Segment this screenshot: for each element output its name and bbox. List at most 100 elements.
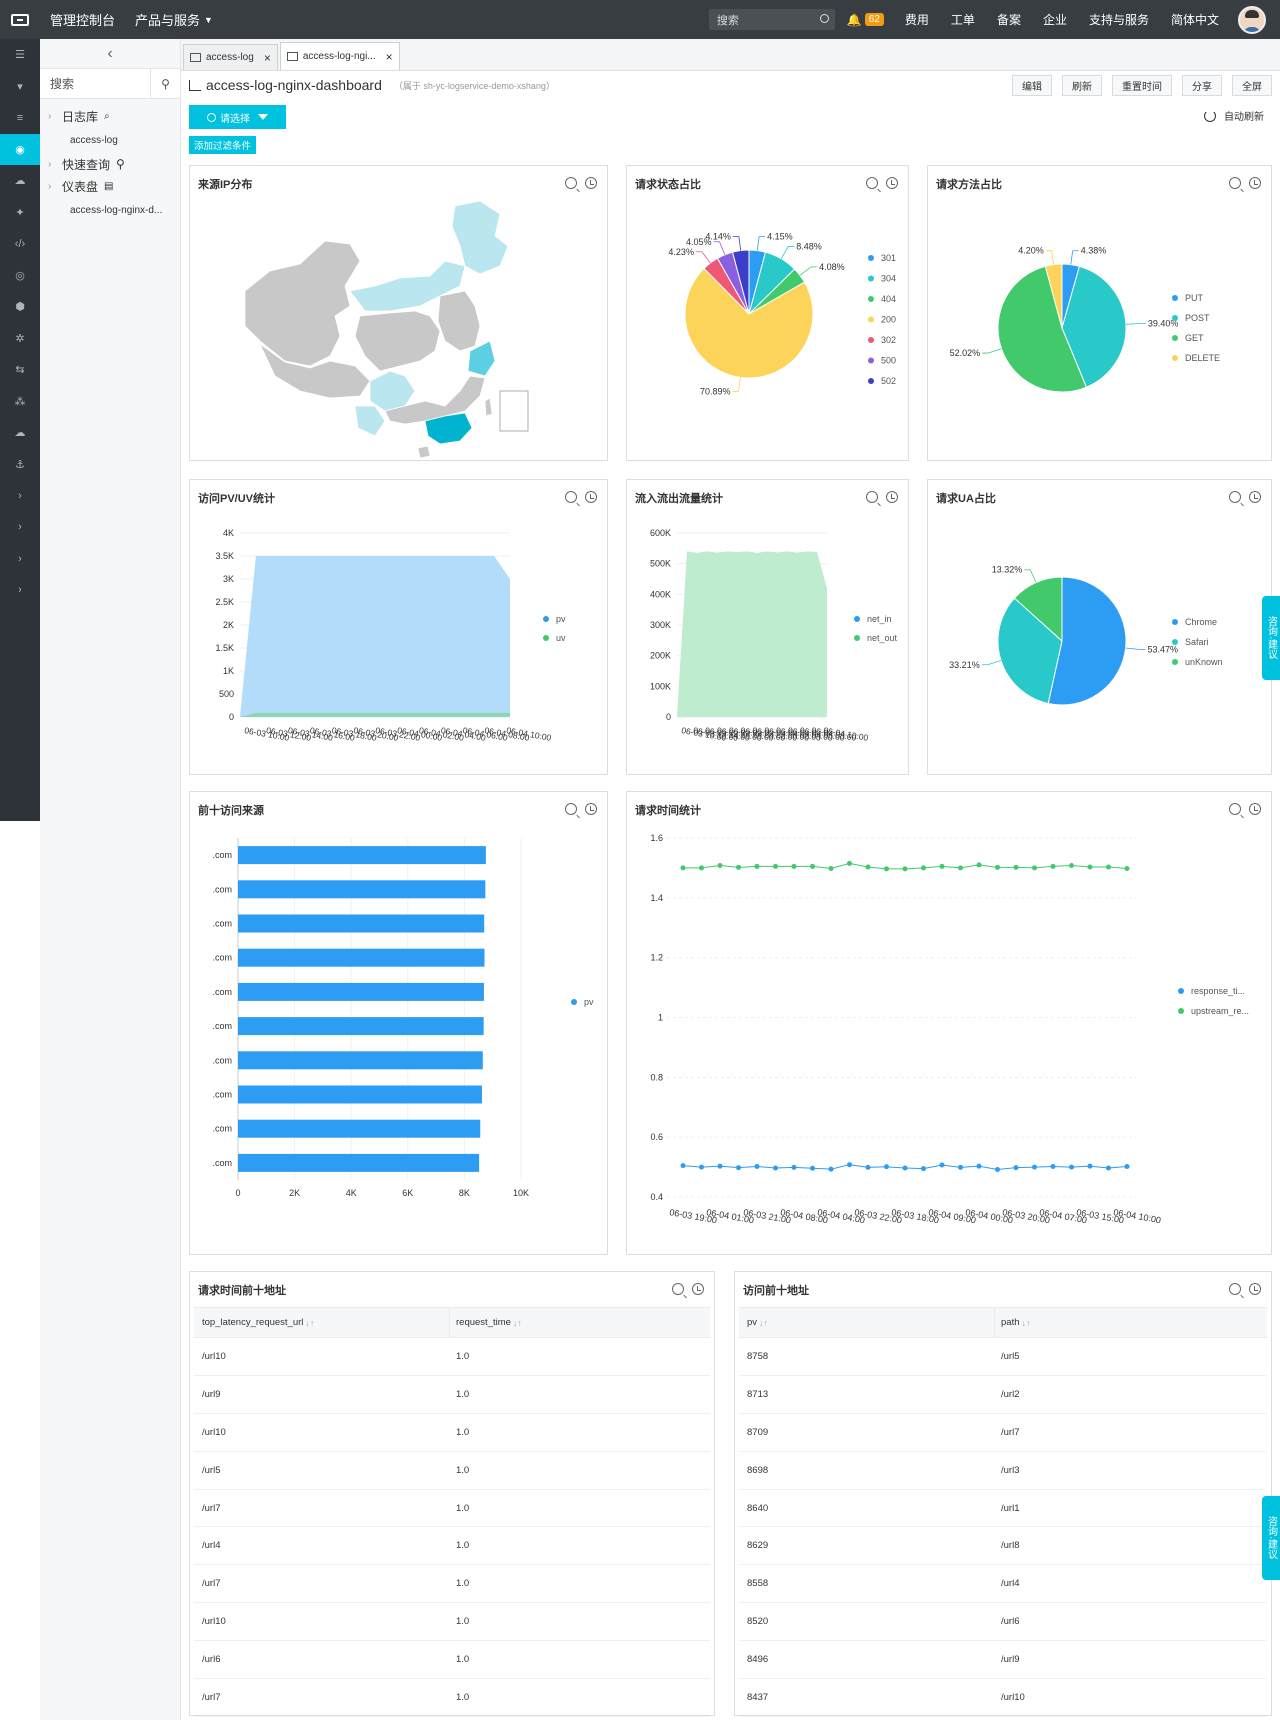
sidebar-item-access-log[interactable]: access-log	[40, 127, 180, 153]
fullscreen-button[interactable]: 全屏	[1232, 75, 1272, 96]
language-link[interactable]: 简体中文	[1160, 11, 1230, 28]
map-region-east	[437, 290, 481, 352]
close-icon[interactable]: ×	[386, 50, 393, 64]
log-service-icon[interactable]: ◉	[0, 133, 40, 165]
column-header-time[interactable]: request_time ↓↑	[450, 1308, 710, 1337]
column-header-pv[interactable]: pv ↓↑	[739, 1308, 995, 1337]
target-icon[interactable]: ◎	[0, 260, 40, 292]
deploy-icon[interactable]: ⚓	[0, 449, 40, 481]
add-filter-button[interactable]: 添加过滤条件	[189, 136, 257, 154]
edit-button[interactable]: 编辑	[1012, 75, 1052, 96]
auto-refresh-toggle[interactable]: 自动刷新	[1204, 108, 1264, 123]
cloud-icon[interactable]: ☁	[0, 165, 40, 197]
close-icon[interactable]: ×	[264, 51, 271, 65]
cloud-upload-icon[interactable]: ☁	[0, 417, 40, 449]
sort-icon[interactable]: ↓↑	[1022, 1318, 1031, 1328]
share-button[interactable]: 分享	[1182, 75, 1222, 96]
support-link[interactable]: 支持与服务	[1078, 11, 1160, 28]
table-cell: /url6	[202, 1654, 221, 1666]
code-icon[interactable]: ‹/›	[0, 228, 40, 260]
legend-label: Safari	[1185, 637, 1209, 647]
refresh-button[interactable]: 刷新	[1062, 75, 1102, 96]
billing-link[interactable]: 费用	[894, 11, 940, 28]
ua-pie-chart: 53.47% 33.21% 13.32% Chrome Safari unKnown	[949, 565, 1223, 706]
table-cell: 8713	[747, 1388, 769, 1400]
chevron-right-icon[interactable]: ›	[0, 480, 40, 512]
clock-icon[interactable]	[1249, 1283, 1261, 1295]
y-tick-label: 2K	[223, 620, 234, 630]
sidebar-item-quickquery[interactable]: › 快速查询 ⚲	[40, 153, 180, 175]
reset-time-button[interactable]: 重置时间	[1112, 75, 1172, 96]
chevron-right-icon[interactable]: ›	[48, 111, 62, 122]
sidebar-item-dashboard[interactable]: › 仪表盘 ▤	[40, 175, 180, 197]
consult-feedback-button[interactable]: 咨询·建议	[1262, 596, 1280, 680]
sort-icon[interactable]: ↓↑	[305, 1318, 314, 1328]
sort-icon[interactable]: ↓↑	[759, 1318, 768, 1328]
filing-link[interactable]: 备案	[986, 11, 1032, 28]
collapse-sidebar-icon[interactable]: ‹	[40, 39, 180, 69]
consult-feedback-button[interactable]: 咨询·建议	[1262, 1496, 1280, 1580]
sort-icon[interactable]: ↓↑	[513, 1318, 522, 1328]
search-icon[interactable]	[672, 1283, 684, 1295]
pie-value-label: 4.20%	[1018, 246, 1044, 256]
caret-down-icon[interactable]: ▾	[0, 71, 40, 103]
swap-icon[interactable]: ⇆	[0, 354, 40, 386]
stack-icon[interactable]: ≡	[0, 102, 40, 134]
logstore-search-icon[interactable]: ⌕	[104, 111, 110, 122]
network-icon[interactable]: ✦	[0, 197, 40, 229]
line-point	[976, 1163, 982, 1169]
time-select-button[interactable]: 请选择	[189, 105, 286, 129]
bar	[238, 1051, 483, 1070]
search-icon[interactable]	[819, 14, 829, 23]
line-point	[958, 1164, 963, 1170]
dashboard-chart-icon[interactable]: ▤	[104, 181, 113, 192]
clock-icon[interactable]	[692, 1283, 704, 1295]
aliyun-logo-icon[interactable]	[0, 0, 40, 39]
sidebar-search-input[interactable]: 搜索 ⚲	[40, 69, 180, 99]
enterprise-link[interactable]: 企业	[1032, 11, 1078, 28]
menu-toggle-icon[interactable]: ☰	[0, 39, 40, 71]
line-point	[995, 864, 1000, 870]
time-select-label: 请选择	[220, 113, 250, 125]
line-point	[717, 863, 723, 869]
tab-dashboard[interactable]: access-log-ngi... ×	[279, 42, 400, 70]
line-point	[680, 865, 686, 871]
chevron-right-icon[interactable]: ›	[48, 181, 62, 192]
chevron-right-icon[interactable]: ›	[0, 575, 40, 607]
chevron-right-icon[interactable]: ›	[0, 512, 40, 544]
shield-icon[interactable]: ⬢	[0, 291, 40, 323]
search-icon[interactable]: ⚲	[150, 69, 180, 99]
x-tick-label: 8K	[459, 1188, 470, 1198]
notification-badge[interactable]: 62	[864, 13, 884, 26]
bell-icon[interactable]: 🔔	[847, 13, 862, 27]
table-row: /url9 1.0	[194, 1376, 710, 1414]
main-area: access-log × access-log-ngi... × access-lo…	[181, 39, 1280, 1720]
console-link[interactable]: 管理控制台	[40, 0, 125, 39]
sidebar-item-nginx-dashboard[interactable]: access-log-nginx-d...	[40, 197, 180, 223]
column-header-url[interactable]: top_latency_request_url ↓↑	[194, 1308, 450, 1337]
tab-access-log[interactable]: access-log ×	[183, 44, 278, 70]
x-tick-label: 6K	[402, 1188, 413, 1198]
products-menu[interactable]: 产品与服务 ▼	[125, 0, 223, 39]
sidebar-item-logstore[interactable]: › 日志库 ⌕	[40, 105, 180, 127]
legend-dot	[1172, 619, 1178, 625]
legend-dot	[868, 255, 874, 261]
table-cell: /url3	[1001, 1464, 1020, 1476]
panel-ua-pie: 请求UA占比 53.47% 33.21% 13.32% Chrome Safari unK…	[927, 479, 1272, 775]
search-icon[interactable]	[1229, 1283, 1241, 1295]
avatar[interactable]	[1238, 5, 1266, 34]
chevron-right-icon[interactable]: ›	[0, 543, 40, 575]
table-cell: 8558	[747, 1578, 769, 1590]
line-point	[754, 1163, 760, 1169]
gear-icon[interactable]: ✲	[0, 323, 40, 355]
column-header-path[interactable]: path ↓↑	[995, 1308, 1267, 1337]
chevron-right-icon[interactable]: ›	[48, 159, 62, 170]
table-cell: /url8	[1001, 1540, 1020, 1552]
cluster-icon[interactable]: ⁂	[0, 386, 40, 418]
search-icon[interactable]: ⚲	[116, 157, 125, 171]
ticket-link[interactable]: 工单	[940, 11, 986, 28]
tab-access-log-label: access-log	[206, 52, 254, 63]
table-cell: /url6	[1001, 1616, 1020, 1628]
top-search-input[interactable]: 搜索	[708, 9, 835, 30]
y-tick-label: 1.6	[650, 833, 663, 843]
